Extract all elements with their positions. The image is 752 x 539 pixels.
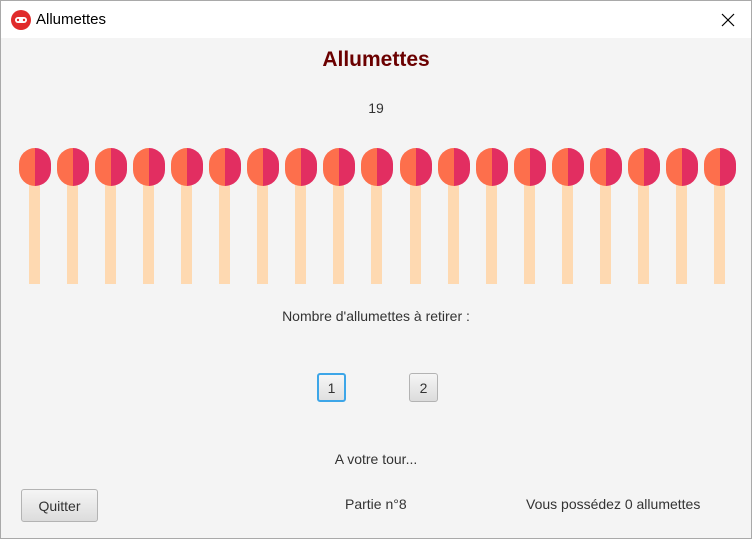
game-panel: Allumettes 19 Nombre d'allumettes à reti… (1, 38, 751, 538)
match-stick (295, 178, 307, 284)
match (323, 148, 356, 284)
match-head (513, 148, 546, 186)
match-head (57, 148, 90, 186)
match-stick (181, 178, 193, 284)
match-stick (371, 178, 383, 284)
remove-prompt: Nombre d'allumettes à retirer : (282, 308, 470, 324)
game-number: Partie n°8 (345, 496, 407, 512)
match-head (703, 148, 736, 186)
match (57, 148, 90, 284)
match-stick (67, 178, 79, 284)
match (513, 148, 546, 284)
match-stick (219, 178, 231, 284)
match-stick (713, 178, 725, 284)
match-head (171, 148, 204, 186)
match-stick (447, 178, 459, 284)
match-stick (523, 178, 535, 284)
match (95, 148, 128, 284)
match-head (627, 148, 660, 186)
match (665, 148, 698, 284)
quit-button[interactable]: Quitter (21, 489, 98, 522)
turn-status: A votre tour... (334, 451, 418, 467)
match (437, 148, 470, 284)
remove-one-button[interactable]: 1 (317, 373, 346, 402)
match-stick (485, 178, 497, 284)
match-stick (29, 178, 40, 284)
match (399, 148, 432, 284)
gamepad-icon (11, 10, 31, 30)
match (627, 148, 660, 284)
match-head (285, 148, 318, 186)
match (589, 148, 622, 284)
match-head (475, 148, 508, 186)
match-stick (105, 178, 117, 284)
match-stick (561, 178, 573, 284)
match-head (95, 148, 128, 186)
match-stick (637, 178, 649, 284)
match-stick (409, 178, 421, 284)
close-icon (721, 13, 735, 26)
match (247, 148, 280, 284)
match-head (19, 148, 51, 186)
player-matches: Vous possédez 0 allumettes (526, 496, 701, 512)
match (703, 148, 736, 284)
match-head (551, 148, 584, 186)
match-head (437, 148, 470, 186)
match-stick (599, 178, 611, 284)
match (133, 148, 166, 284)
match (361, 148, 394, 284)
match-head (665, 148, 698, 186)
match (19, 148, 51, 284)
match (209, 148, 242, 284)
match (475, 148, 508, 284)
match-stick (257, 178, 269, 284)
match-head (209, 148, 242, 186)
match (285, 148, 318, 284)
match-head (399, 148, 432, 186)
match (171, 148, 204, 284)
close-button[interactable] (705, 1, 751, 38)
match-stick (333, 178, 345, 284)
match-head (323, 148, 356, 186)
match-head (361, 148, 394, 186)
app-window: Allumettes Allumettes 19 Nombre d'allume… (0, 0, 752, 539)
matches-row (1, 38, 751, 298)
match-head (589, 148, 622, 186)
window-title: Allumettes (36, 11, 107, 28)
title-bar[interactable]: Allumettes (1, 1, 751, 38)
match-stick (675, 178, 687, 284)
remove-two-button[interactable]: 2 (409, 373, 438, 402)
match-stick (143, 178, 155, 284)
match (551, 148, 584, 284)
match-head (247, 148, 280, 186)
match-head (133, 148, 166, 186)
